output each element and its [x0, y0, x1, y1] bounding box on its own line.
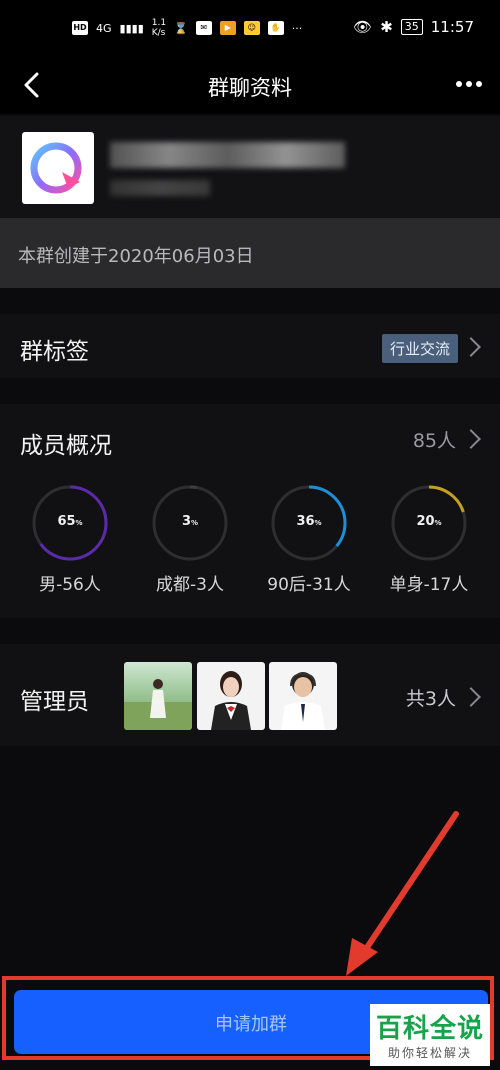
eye-icon: 👁 — [353, 18, 373, 36]
status-left: HD 4G ▮▮▮▮ 1.1 K/s ⌛ ✉ ▶ ☺ ✋ ··· — [72, 18, 302, 38]
more-dot-icon — [476, 81, 482, 87]
group-created-section: 本群创建于2020年06月03日 — [0, 218, 500, 288]
stat-percent: 20% — [416, 514, 442, 529]
group-profile[interactable] — [0, 116, 500, 218]
group-avatar — [22, 132, 94, 204]
status-right: 👁 ✱ 35 11:57 — [353, 18, 474, 36]
signal-icon: ▮▮▮▮ — [119, 21, 144, 35]
network-type: 4G — [96, 21, 112, 35]
stat-percent-unit: % — [75, 519, 83, 527]
member-overview-section[interactable]: 成员概况 85人 65% 男-56人 3% 成都-3人 36% 90后-31人 20% 单身-… — [0, 404, 500, 618]
admin-avatar — [197, 662, 265, 730]
stat-percent: 36% — [296, 514, 322, 529]
hd-icon: HD — [72, 21, 88, 35]
top-nav: 群聊资料 — [0, 58, 500, 114]
admin-avatar — [269, 662, 337, 730]
hand-icon: ✋ — [267, 21, 284, 35]
clock: 11:57 — [430, 18, 474, 36]
annotation-arrow — [346, 811, 459, 976]
battery-icon: 35 — [400, 19, 423, 35]
group-logo-icon — [30, 142, 82, 194]
status-bar: HD 4G ▮▮▮▮ 1.1 K/s ⌛ ✉ ▶ ☺ ✋ ··· 👁 ✱ 35 … — [0, 0, 500, 58]
stat-percent-unit: % — [434, 519, 442, 527]
admins-row[interactable]: 管理员 共3人 — [0, 644, 500, 746]
watermark: 百科全说 助你轻松解决 — [370, 1004, 490, 1066]
group-tags-row[interactable]: 群标签 行业交流 — [0, 314, 500, 378]
chevron-right-icon — [461, 337, 481, 357]
admin-photo-2 — [211, 671, 251, 730]
group-created-date: 本群创建于2020年06月03日 — [18, 246, 254, 267]
watermark-main: 百科全说 — [375, 1014, 484, 1044]
network-speed: 1.1 K/s — [151, 18, 167, 38]
stat-label: 男-56人 — [39, 575, 101, 595]
admin-avatar — [124, 662, 192, 730]
page-title: 群聊资料 — [208, 76, 292, 100]
admins-label: 管理员 — [20, 689, 89, 715]
more-dot-icon — [466, 81, 472, 87]
stat-percent: 3% — [181, 514, 199, 529]
more-options-button[interactable] — [452, 70, 486, 98]
stat-percent-unit: % — [314, 519, 322, 527]
group-name-redacted — [110, 142, 345, 168]
more-notifications-icon: ··· — [291, 21, 303, 35]
bluetooth-icon: ✱ — [380, 18, 393, 36]
stat-label: 90后-31人 — [267, 575, 351, 595]
member-overview-label: 成员概况 — [20, 433, 112, 459]
stat-percent-unit: % — [191, 519, 199, 527]
mail-icon: ✉ — [195, 21, 212, 35]
group-id-redacted — [110, 180, 210, 196]
more-dot-icon — [456, 81, 462, 87]
admin-count: 共3人 — [405, 688, 456, 710]
admin-photo-1 — [124, 679, 192, 730]
group-tag: 行业交流 — [381, 334, 458, 363]
stat-percent: 65% — [57, 514, 83, 529]
group-tags-label: 群标签 — [20, 339, 89, 365]
chevron-right-icon — [461, 429, 481, 449]
chevron-right-icon — [461, 687, 481, 707]
stat-label: 成都-3人 — [156, 575, 224, 595]
game-icon: ☺ — [243, 21, 260, 35]
stat-label: 单身-17人 — [389, 575, 469, 595]
member-count: 85人 — [412, 430, 456, 452]
admin-photo-3 — [281, 672, 325, 730]
app-icon: ▶ — [219, 21, 236, 35]
watermark-sub: 助你轻松解决 — [387, 1046, 472, 1060]
hourglass-icon: ⌛ — [174, 21, 188, 35]
